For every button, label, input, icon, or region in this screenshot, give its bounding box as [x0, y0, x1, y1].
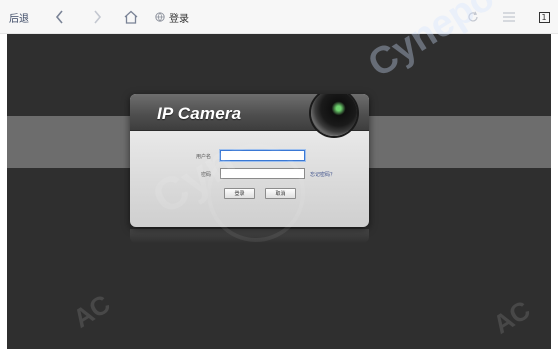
camera-lens-icon	[311, 94, 357, 136]
forward-chevron-icon[interactable]	[87, 0, 107, 34]
tabs-icon: 1	[538, 11, 550, 23]
username-label: 用户名	[196, 154, 212, 160]
browser-toolbar: 后退 登录 1	[0, 0, 558, 34]
home-icon[interactable]	[120, 0, 142, 34]
address-bar[interactable]: 登录	[155, 0, 203, 34]
dialog-header: IP Camera	[130, 94, 369, 136]
back-text-button[interactable]: 后退	[8, 0, 30, 34]
forgot-password-link[interactable]: 忘记密码？	[310, 171, 335, 178]
refresh-icon[interactable]	[464, 0, 482, 34]
back-chevron-icon[interactable]	[50, 0, 70, 34]
brand-title: IP Camera	[157, 104, 242, 123]
web-viewport: IP Camera 用户名 密码 忘记密码？ 登录 取消 Cyn AC AC	[7, 34, 551, 349]
address-text: 登录	[169, 13, 189, 25]
tabs-button[interactable]: 1	[536, 0, 552, 34]
globe-icon	[155, 12, 165, 22]
menu-icon[interactable]	[500, 0, 518, 34]
watermark-bottom-left: AC	[67, 288, 116, 334]
watermark-bottom-right: AC	[487, 294, 536, 340]
